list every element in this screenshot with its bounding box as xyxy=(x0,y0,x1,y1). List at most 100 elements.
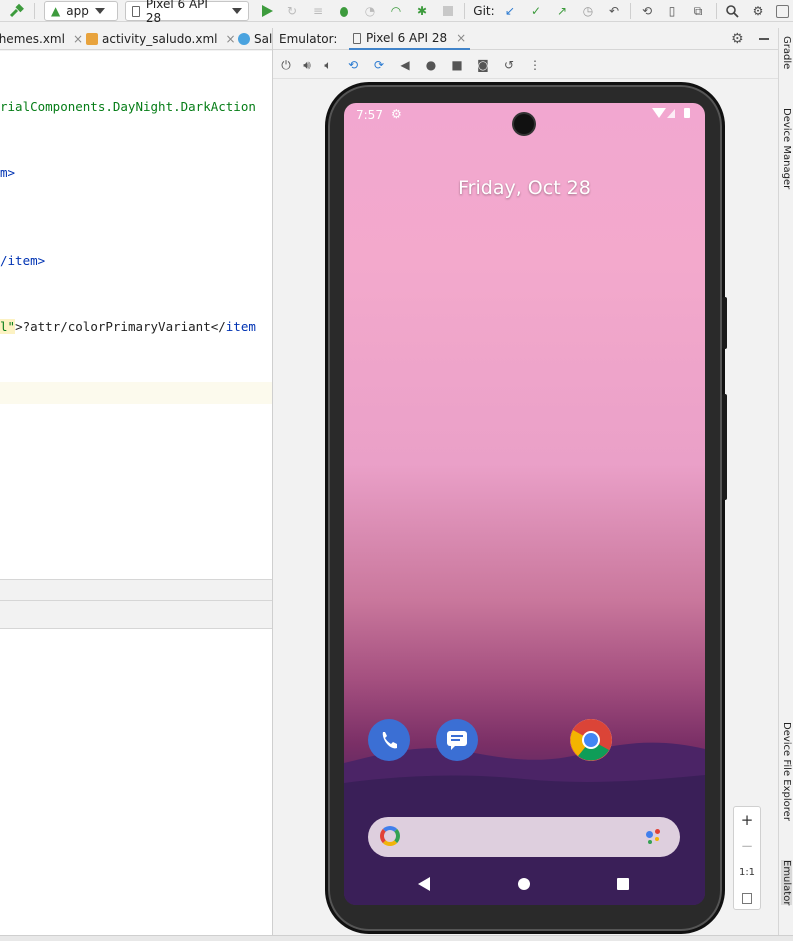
emulator-header: Emulator: Pixel 6 API 28 × ⚙ xyxy=(273,28,778,50)
emulator-device-tab[interactable]: Pixel 6 API 28 × xyxy=(349,28,471,50)
rollback-icon[interactable]: ↶ xyxy=(606,2,622,20)
git-label: Git: xyxy=(473,4,495,18)
code-line: l">?attr/colorPrimaryVariant</item xyxy=(0,317,256,337)
editor-breadcrumb-bar xyxy=(0,579,272,601)
close-icon[interactable]: × xyxy=(73,32,83,46)
google-logo-icon xyxy=(380,826,400,846)
profiler-icon[interactable]: ◠ xyxy=(388,2,404,20)
assistant-icon[interactable] xyxy=(646,829,662,845)
gear-icon[interactable]: ⚙ xyxy=(750,2,766,20)
power-button[interactable] xyxy=(722,297,727,349)
more-icon[interactable]: ⋮ xyxy=(527,57,543,73)
search-icon[interactable] xyxy=(724,2,740,20)
home-date[interactable]: Friday, Oct 28 xyxy=(344,177,705,199)
code-token-string: l" xyxy=(0,319,16,334)
tool-window-device-file-explorer[interactable]: Device File Explorer xyxy=(781,722,792,821)
rotate-left-icon[interactable]: ⟲ xyxy=(345,57,361,73)
phone-icon xyxy=(353,32,361,44)
navigation-bar xyxy=(344,869,705,899)
tab-label: themes.xml xyxy=(0,32,65,46)
code-line: /item> xyxy=(0,253,46,268)
git-commit-icon[interactable]: ✓ xyxy=(528,2,544,20)
tab-saludo-class[interactable]: Sal xyxy=(238,28,272,49)
gear-icon[interactable]: ⚙ xyxy=(731,31,744,47)
nav-back-icon[interactable] xyxy=(418,877,430,891)
code-token-text: >?attr/colorPrimaryVariant</ xyxy=(15,319,226,334)
status-strip xyxy=(0,935,793,941)
run-icon[interactable] xyxy=(259,2,275,20)
gradle-label: Gradle xyxy=(781,36,792,70)
close-icon[interactable]: × xyxy=(225,32,235,46)
device-select[interactable]: Pixel 6 API 28 xyxy=(125,0,249,25)
signal-icon xyxy=(667,109,675,118)
snapshot-icon[interactable]: ↺ xyxy=(501,57,517,73)
apply-code-changes-icon[interactable]: ≡ xyxy=(310,2,326,20)
emulator-strip-label: Emulator xyxy=(781,860,792,906)
clock: 7:57 xyxy=(356,108,383,122)
close-icon[interactable]: × xyxy=(456,31,466,45)
debug-icon[interactable] xyxy=(336,2,352,20)
overview-icon[interactable]: ■ xyxy=(449,57,465,73)
power-icon[interactable]: ⏻ xyxy=(278,57,294,73)
nav-home-icon[interactable] xyxy=(518,878,530,890)
messages-app-icon[interactable] xyxy=(436,719,478,761)
volume-rocker[interactable] xyxy=(722,394,727,500)
attach-debugger-icon[interactable]: ✱ xyxy=(414,2,430,20)
chrome-app-icon[interactable] xyxy=(570,719,612,761)
zoom-out-button[interactable]: − xyxy=(734,833,760,859)
rotate-right-icon[interactable]: ⟳ xyxy=(371,57,387,73)
stop-icon[interactable] xyxy=(440,2,456,20)
sync-project-icon[interactable]: ⟲ xyxy=(638,2,656,20)
tab-activity-saludo-xml[interactable]: activity_saludo.xml × xyxy=(86,28,236,49)
xml-file-icon xyxy=(86,33,98,45)
git-push-icon[interactable]: ↗ xyxy=(554,2,570,20)
main-toolbar: ▲ app Pixel 6 API 28 ↻ ≡ ◔ ◠ ✱ Git: ↙ ✓ … xyxy=(0,0,793,25)
volume-down-icon[interactable]: 🔈︎ xyxy=(320,57,336,73)
code-token-tag: item xyxy=(225,319,256,334)
zoom-fit-button[interactable] xyxy=(734,885,760,911)
fit-screen-icon xyxy=(742,892,752,904)
wifi-icon xyxy=(652,108,666,118)
device-select-label: Pixel 6 API 28 xyxy=(145,0,208,25)
class-file-icon xyxy=(238,33,250,45)
tab-themes-xml[interactable]: themes.xml × xyxy=(0,28,83,49)
google-search-bar[interactable] xyxy=(368,817,680,857)
camera-icon[interactable]: ◙ xyxy=(475,57,491,73)
home-icon[interactable]: ● xyxy=(423,57,439,73)
zoom-controls: + − 1:1 xyxy=(733,806,761,910)
run-config-select[interactable]: ▲ app xyxy=(44,1,118,21)
tool-window-header xyxy=(0,601,272,629)
minimize-icon[interactable] xyxy=(759,38,769,40)
tab-label: activity_saludo.xml xyxy=(102,32,218,46)
zoom-actual-size-button[interactable]: 1:1 xyxy=(734,859,760,885)
build-hammer-icon[interactable] xyxy=(6,2,26,20)
emulator-header-label: Emulator: xyxy=(279,32,338,46)
sdk-manager-icon[interactable]: ⧉ xyxy=(690,2,706,20)
emulator-tab-label: Pixel 6 API 28 xyxy=(366,31,448,45)
android-icon: ▲ xyxy=(51,4,61,18)
history-icon[interactable]: ◷ xyxy=(580,2,596,20)
emulator-screen[interactable]: 7:57 ⚙ Friday, Oct 28 xyxy=(344,103,705,905)
nav-recents-icon[interactable] xyxy=(617,878,629,890)
git-update-icon[interactable]: ↙ xyxy=(502,2,518,20)
back-icon[interactable]: ◀ xyxy=(397,57,413,73)
device-file-explorer-label: Device File Explorer xyxy=(781,722,792,821)
tool-window-device-manager[interactable]: Device Manager xyxy=(781,108,792,189)
run-config-label: app xyxy=(66,4,89,18)
editor-tabs: themes.xml × activity_saludo.xml × Sal xyxy=(0,28,272,50)
tool-window-body xyxy=(0,629,272,935)
tool-window-emulator[interactable]: Emulator xyxy=(781,860,792,906)
volume-up-icon[interactable]: 🔊︎ xyxy=(299,57,315,73)
phone-app-icon[interactable] xyxy=(368,719,410,761)
device-manager-icon[interactable]: ▯ xyxy=(664,2,680,20)
code-editor[interactable]: rialComponents.DayNight.DarkAction m> /i… xyxy=(0,51,272,579)
apply-changes-icon[interactable]: ↻ xyxy=(284,2,300,20)
settings-gear-icon: ⚙ xyxy=(391,107,402,121)
front-camera xyxy=(514,114,534,134)
code-line: rialComponents.DayNight.DarkAction xyxy=(0,99,256,114)
phone-icon xyxy=(132,5,140,17)
zoom-in-button[interactable]: + xyxy=(734,807,760,833)
profile-icon[interactable]: ◔ xyxy=(362,2,378,20)
tool-window-gradle[interactable]: Gradle xyxy=(781,36,792,69)
account-icon[interactable] xyxy=(774,2,790,20)
